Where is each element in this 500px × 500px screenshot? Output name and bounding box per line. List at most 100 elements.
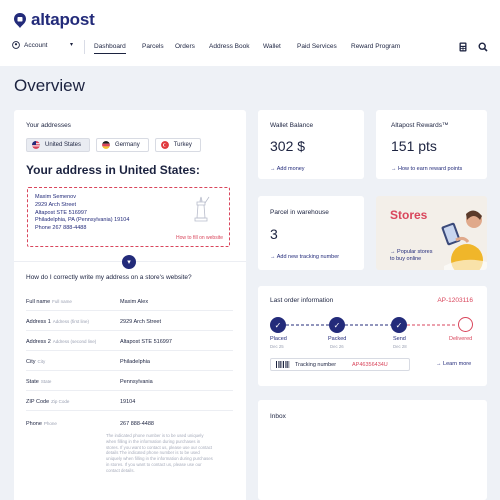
search-icon[interactable]	[478, 42, 488, 52]
field-value[interactable]: Altapost STE 516997	[120, 339, 172, 345]
address-heading: Your address in United States:	[26, 163, 200, 177]
airmail-envelope: Maxim Semenov 2929 Arch Street Altapost …	[27, 187, 230, 247]
nav-divider	[84, 40, 85, 54]
step-date-placed: Dec 25	[270, 344, 284, 349]
order-id[interactable]: AP-1203116	[437, 297, 473, 304]
field-row-address-2: Address 2 Address (second line) Altapost …	[26, 334, 233, 351]
country-tabs: United States Germany Turkey	[26, 138, 207, 152]
field-label: City	[26, 359, 36, 365]
tab-label: United States	[45, 142, 82, 148]
field-hint: Address (second line)	[52, 339, 97, 344]
popular-stores-link[interactable]: → Popular stores to buy online	[390, 249, 434, 262]
arrow-right-icon: →	[270, 166, 277, 172]
field-value[interactable]: Maxim Alex	[120, 299, 148, 305]
add-tracking-link[interactable]: → Add new tracking number	[270, 254, 339, 260]
barcode-icon	[276, 361, 290, 368]
field-label: Address 2	[26, 339, 51, 345]
brand-name: altapost	[31, 10, 95, 29]
inbox-card: Inbox	[258, 400, 487, 500]
germany-flag-icon	[102, 141, 111, 149]
stores-card[interactable]: Stores → Popular stores to buy online	[376, 196, 487, 270]
calculator-icon[interactable]	[458, 42, 468, 52]
field-row-address-1: Address 1 Address (first line) 2929 Arch …	[26, 314, 233, 331]
link-label: Learn more	[443, 361, 472, 367]
arrow-right-icon: →	[436, 361, 444, 367]
field-hint: State	[40, 379, 52, 384]
tracking-number-box[interactable]: Tracking number AP46356434U	[270, 358, 410, 371]
add-money-link[interactable]: → Add money	[270, 166, 305, 172]
learn-more-link[interactable]: → Learn more	[436, 361, 471, 367]
field-value[interactable]: Pennsylvania	[120, 379, 153, 385]
top-bar: altapost Account ▾ Dashboard Parcels Ord…	[0, 0, 500, 66]
tracking-label: Tracking number	[295, 362, 337, 368]
check-icon: ✓	[391, 317, 407, 333]
step-label-send: Send	[393, 336, 406, 342]
nav-paid-services[interactable]: Paid Services	[297, 43, 337, 50]
how-to-fill-link[interactable]: How to fill on website	[176, 235, 223, 241]
rewards-card: Altapost Rewards™ 151 pts → How to earn …	[376, 110, 487, 179]
account-label: Account	[24, 41, 48, 49]
logo-icon	[14, 12, 26, 28]
nav-orders[interactable]: Orders	[175, 43, 195, 50]
us-flag-icon	[32, 141, 40, 149]
field-value[interactable]: 2929 Arch Street	[120, 319, 161, 325]
link-label: Add new tracking number	[276, 254, 340, 260]
tracking-number: AP46356434U	[352, 362, 388, 368]
field-label: Full name	[26, 299, 51, 305]
step-label-placed: Placed	[270, 336, 287, 342]
earn-points-link[interactable]: → How to earn reward points	[391, 166, 462, 172]
field-hint: Full name	[52, 299, 72, 304]
wallet-balance: 302 $	[270, 138, 306, 154]
nav-reward-program[interactable]: Reward Program	[351, 43, 400, 50]
stores-title: Stores	[390, 208, 428, 222]
arrow-right-icon: →	[391, 166, 399, 172]
check-icon: ✓	[270, 317, 286, 333]
rewards-title: Altapost Rewards™	[391, 122, 449, 129]
statue-of-liberty-icon	[194, 196, 210, 222]
nav-parcels[interactable]: Parcels	[142, 43, 164, 50]
main-nav: Account ▾ Dashboard Parcels Orders Addre…	[0, 38, 500, 58]
inbox-title: Inbox	[270, 413, 286, 420]
step-label-delivered: Delivered	[449, 336, 473, 342]
field-value[interactable]: 267 888-4488	[120, 421, 154, 427]
last-order-card: Last order information AP-1203116 ✓ ✓ ✓ …	[258, 286, 487, 386]
warehouse-card: Parcel in warehouse 3 → Add new tracking…	[258, 196, 364, 270]
check-icon: ✓	[329, 317, 345, 333]
altapost-logo[interactable]: altapost	[13, 10, 95, 30]
addresses-title: Your addresses	[26, 122, 71, 129]
step-date-send: Dec 28	[393, 344, 407, 349]
link-label: How to earn reward points	[398, 166, 463, 172]
expand-chevron-icon[interactable]: ▾	[122, 255, 136, 269]
page-title: Overview	[14, 76, 85, 95]
field-row-state: State State Pennsylvania	[26, 374, 233, 391]
tab-turkey[interactable]: Turkey	[154, 138, 201, 152]
field-value[interactable]: Philadelphia	[120, 359, 150, 365]
turkey-flag-icon	[160, 141, 169, 149]
link-label: Popular stores to buy online	[390, 249, 433, 262]
field-hint: City	[37, 359, 46, 364]
rewards-points: 151 pts	[391, 138, 437, 154]
phone-note: The indicated phone number is to be used…	[106, 433, 213, 473]
account-menu[interactable]: Account ▾	[12, 41, 73, 49]
warehouse-count: 3	[270, 226, 278, 242]
tab-united-states[interactable]: United States	[26, 138, 91, 152]
tab-label: Turkey	[173, 142, 192, 148]
field-label: State	[26, 379, 39, 385]
tab-germany[interactable]: Germany	[96, 138, 149, 152]
order-progress-track	[286, 324, 457, 326]
warehouse-title: Parcel in warehouse	[270, 209, 329, 216]
arrow-right-icon: →	[270, 254, 277, 260]
arrow-right-icon: →	[390, 249, 398, 255]
address-question: How do I correctly write my address on a…	[26, 274, 192, 281]
wallet-card: Wallet Balance 302 $ → Add money	[258, 110, 364, 179]
nav-wallet[interactable]: Wallet	[263, 43, 281, 50]
order-title: Last order information	[270, 297, 334, 304]
field-label: Address 1	[26, 319, 51, 325]
nav-address-book[interactable]: Address Book	[209, 43, 249, 50]
pending-circle-icon	[458, 317, 473, 332]
field-hint: Zip Code	[51, 399, 70, 404]
user-icon	[12, 41, 20, 49]
chevron-down-icon: ▾	[70, 42, 74, 48]
field-value[interactable]: 19104	[120, 399, 135, 405]
nav-dashboard[interactable]: Dashboard	[94, 43, 126, 54]
